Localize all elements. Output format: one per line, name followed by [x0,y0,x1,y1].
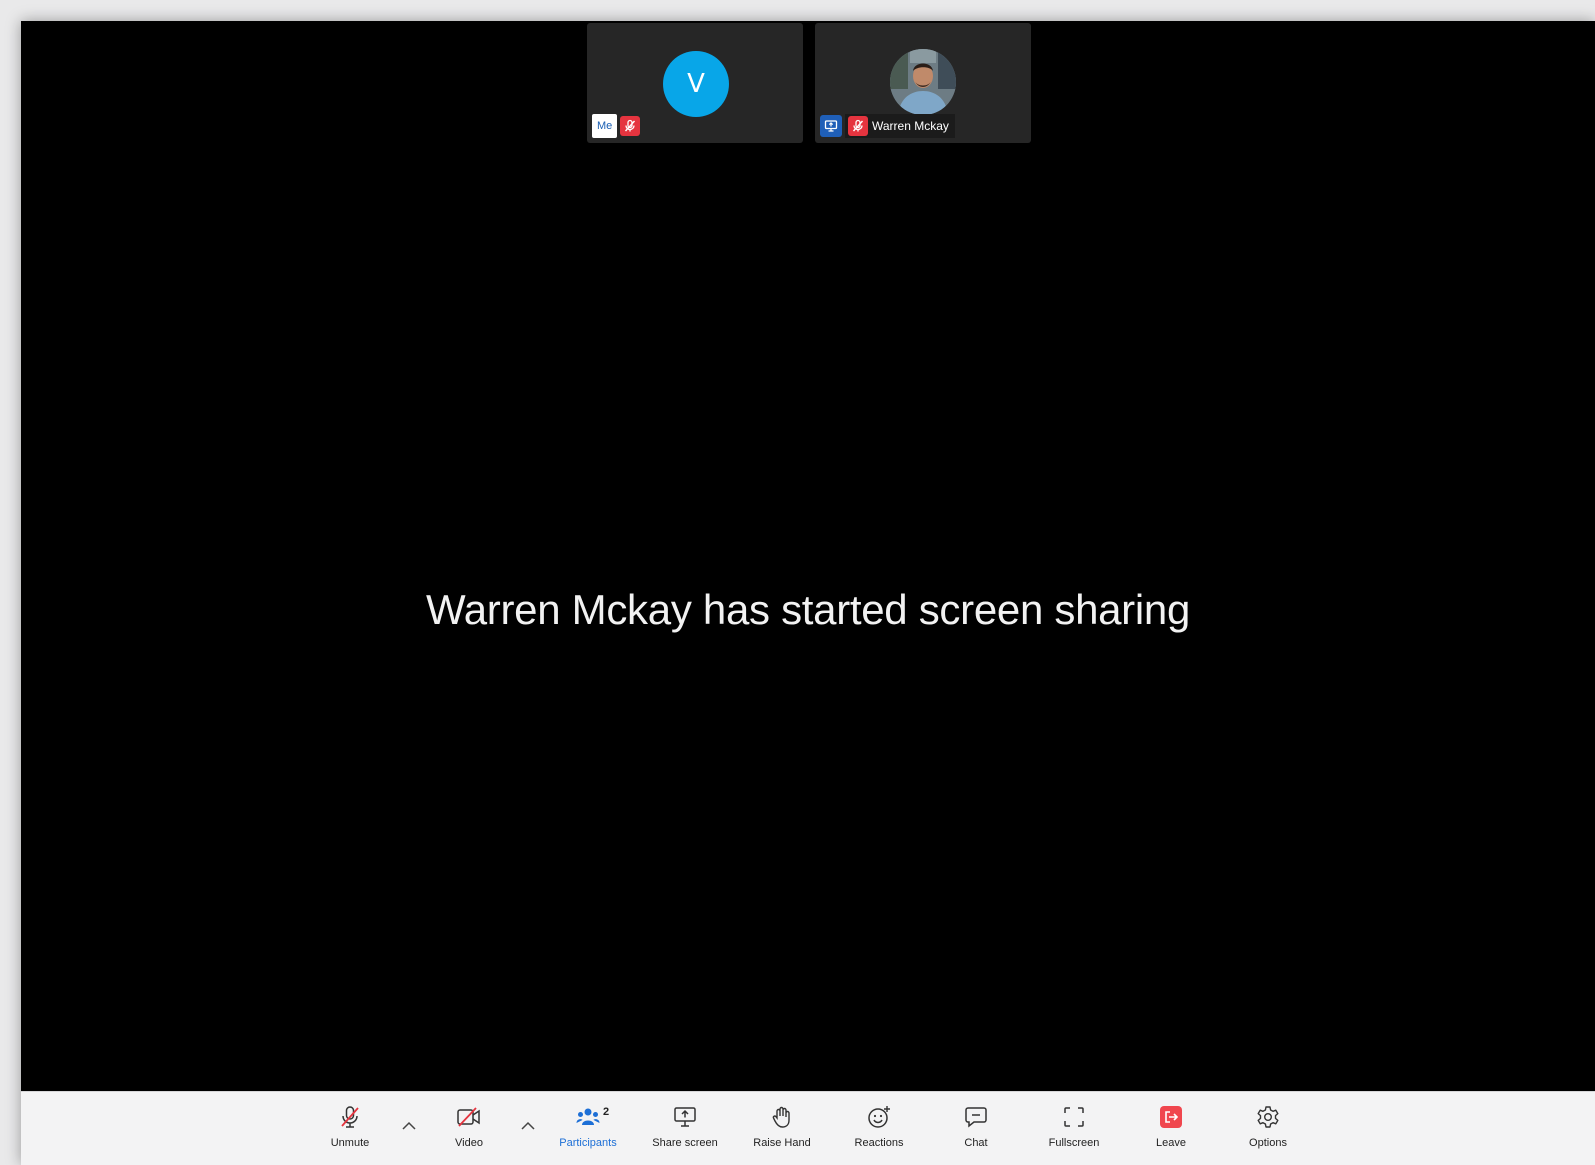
mic-muted-icon [341,1106,359,1128]
video-button[interactable]: Video [424,1092,514,1165]
leave-icon [1160,1106,1182,1128]
participants-icon [576,1108,600,1125]
participant-name-tag: Warren Mckay [845,114,955,138]
meeting-window: V Me Warren Mckay Warren Mckay has start… [21,21,1595,1164]
participant-name: Warren Mckay [872,119,949,133]
audio-options-caret[interactable] [398,1116,420,1136]
fullscreen-icon [1064,1107,1084,1127]
options-button[interactable]: Options [1223,1092,1313,1165]
raise-hand-button[interactable]: Raise Hand [737,1092,827,1165]
chat-icon [965,1107,987,1128]
self-video-tile[interactable]: V Me [587,23,803,143]
participants-count: 2 [603,1106,610,1118]
share-screen-icon [674,1107,696,1127]
meeting-toolbar: Unmute Video 2 Participants Share screen… [21,1091,1595,1165]
leave-label: Leave [1156,1137,1186,1149]
me-label: Me [592,114,618,138]
chevron-up-icon [402,1121,416,1130]
chat-button[interactable]: Chat [931,1092,1021,1165]
options-label: Options [1249,1137,1287,1149]
smiley-icon [868,1106,890,1128]
share-screen-button[interactable]: Share screen [640,1092,730,1165]
share-screen-label: Share screen [652,1137,718,1149]
screen-share-message: Warren Mckay has started screen sharing [425,586,1191,633]
participants-button[interactable]: 2 Participants [543,1092,633,1165]
gear-icon [1257,1106,1279,1128]
participant-photo [890,49,956,115]
fullscreen-label: Fullscreen [1048,1137,1100,1149]
raise-hand-label: Raise Hand [753,1137,811,1149]
screen-sharing-icon [820,115,842,137]
unmute-button[interactable]: Unmute [305,1092,395,1165]
avatar-letter: V [687,69,705,99]
unmute-label: Unmute [330,1137,370,1149]
mic-muted-icon [848,116,868,136]
reactions-label: Reactions [854,1137,904,1149]
chat-label: Chat [964,1137,988,1149]
raise-hand-icon [772,1106,790,1128]
reactions-button[interactable]: Reactions [834,1092,924,1165]
self-avatar: V [663,51,729,117]
video-label: Video [455,1137,483,1149]
mic-muted-icon [620,116,641,136]
fullscreen-button[interactable]: Fullscreen [1029,1092,1119,1165]
video-options-caret[interactable] [517,1116,539,1136]
chevron-up-icon [521,1121,535,1130]
video-off-icon [457,1107,480,1127]
leave-button[interactable]: Leave [1126,1092,1216,1165]
participants-label: Participants [559,1137,617,1149]
remote-video-tile[interactable]: Warren Mckay [815,23,1031,143]
